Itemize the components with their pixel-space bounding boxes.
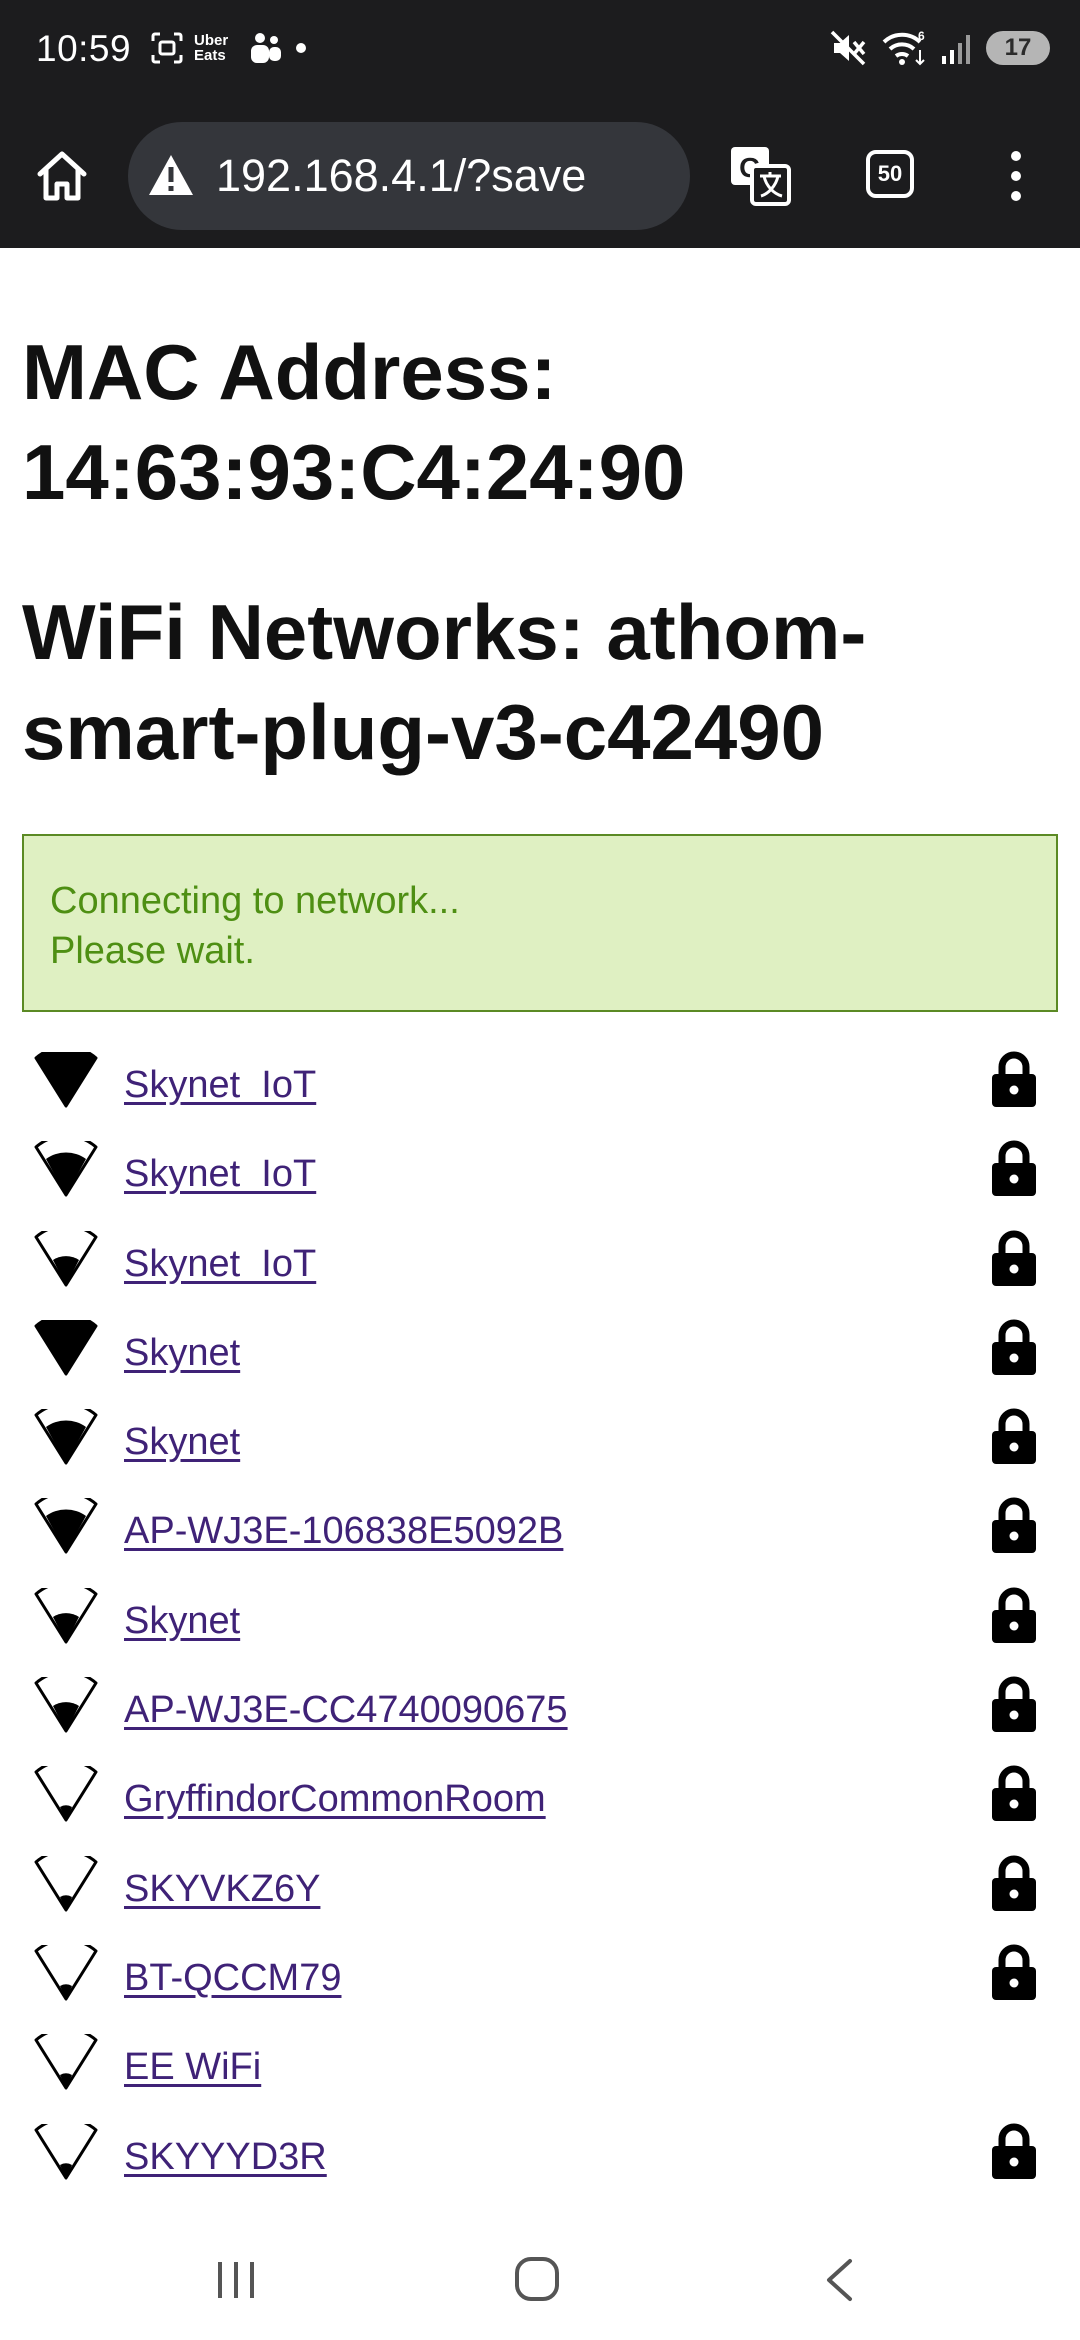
back-icon[interactable] — [824, 2258, 854, 2302]
battery-icon: 17 — [986, 31, 1050, 65]
network-ssid-link[interactable]: Skynet — [124, 1417, 240, 1467]
mac-address-heading: MAC Address: 14:63:93:C4:24:90 — [22, 328, 686, 516]
wifi-signal-icon — [34, 1587, 98, 1644]
network-ssid-link[interactable]: SKYYYD3R — [124, 2132, 327, 2182]
network-row[interactable]: Skynet — [0, 1582, 1080, 1671]
network-row[interactable]: GryffindorCommonRoom — [0, 1760, 1080, 1849]
wifi-signal-icon — [34, 1230, 98, 1287]
lock-icon — [992, 1051, 1036, 1107]
status-time: 10:59 — [36, 28, 132, 69]
network-row[interactable]: EE WiFi — [0, 2028, 1080, 2117]
wifi-signal-icon — [34, 1409, 98, 1465]
wifi-signal-icon — [34, 1677, 98, 1733]
lock-icon — [992, 1498, 1036, 1554]
warning-icon[interactable] — [146, 151, 196, 201]
lock-icon — [992, 1676, 1036, 1733]
browser-toolbar: 192.168.4.1/?save G 50 — [0, 104, 1080, 248]
recents-icon[interactable] — [214, 2260, 258, 2300]
lock-icon — [992, 1319, 1036, 1375]
lock-icon — [992, 1230, 1036, 1286]
notice-line-1: Connecting to network... — [50, 880, 460, 922]
network-row[interactable]: Skynet — [0, 1403, 1080, 1492]
network-ssid-link[interactable]: Skynet_IoT — [124, 1149, 316, 1199]
network-ssid-link[interactable]: Skynet_IoT — [124, 1060, 316, 1110]
network-ssid-link[interactable]: GryffindorCommonRoom — [124, 1774, 546, 1824]
cell-signal-icon — [942, 35, 970, 64]
lock-icon — [992, 1587, 1036, 1643]
wifi-signal-icon — [34, 2123, 98, 2180]
wifi-signal-icon — [34, 1052, 98, 1108]
url-text[interactable]: 192.168.4.1/?save — [216, 150, 586, 202]
wifi-signal-icon — [34, 1319, 98, 1376]
network-ssid-link[interactable]: EE WiFi — [124, 2042, 261, 2092]
wifi-6-icon: 6 — [882, 29, 925, 66]
network-ssid-link[interactable]: Skynet_IoT — [124, 1239, 316, 1289]
notice-line-2: Please wait. — [50, 930, 255, 972]
more-vert-icon[interactable] — [1000, 148, 1032, 204]
status-right-icons: 6 17 — [828, 28, 1050, 68]
network-ssid-link[interactable]: AP-WJ3E-CC4740090675 — [124, 1685, 568, 1735]
status-left-icons: Uber Eats — [150, 30, 308, 66]
network-row[interactable]: Skynet_IoT — [0, 1225, 1080, 1314]
mute-icon — [830, 30, 866, 66]
status-bar: 10:59 Uber Eats 6 17 — [0, 0, 1080, 104]
network-ssid-link[interactable]: BT-QCCM79 — [124, 1953, 341, 2003]
wifi-networks-heading: WiFi Networks: athom-smart-plug-v3-c4249… — [22, 588, 867, 776]
teams-icon — [251, 33, 281, 63]
network-ssid-link[interactable]: SKYVKZ6Y — [124, 1864, 320, 1914]
network-row[interactable]: Skynet_IoT — [0, 1135, 1080, 1224]
wifi-signal-icon — [34, 1855, 98, 1912]
lock-icon — [992, 1855, 1036, 1911]
network-row[interactable]: Skynet_IoT — [0, 1046, 1080, 1135]
network-list: Skynet_IoT Skynet_IoT Skynet_IoT Skynet Skyn… — [0, 1046, 1080, 2207]
lock-icon — [992, 1408, 1036, 1465]
dot-icon — [296, 43, 306, 53]
network-ssid-link[interactable]: Skynet — [124, 1596, 240, 1646]
wifi-signal-icon — [34, 2034, 98, 2090]
network-row[interactable]: Skynet — [0, 1314, 1080, 1403]
uber-eats-icon: Uber Eats — [194, 32, 229, 64]
network-row[interactable]: AP-WJ3E-106838E5092B — [0, 1492, 1080, 1581]
network-row[interactable]: SKYVKZ6Y — [0, 1850, 1080, 1939]
home-circle-icon[interactable] — [514, 2256, 560, 2302]
connecting-notice: Connecting to network... Please wait. — [22, 834, 1058, 1012]
wifi-badge: 6 — [918, 29, 925, 43]
home-icon[interactable] — [34, 148, 90, 204]
network-ssid-link[interactable]: AP-WJ3E-106838E5092B — [124, 1506, 563, 1556]
wifi-signal-icon — [34, 1944, 98, 2001]
translate-icon[interactable]: G — [728, 144, 792, 208]
tabs-icon[interactable]: 50 — [866, 150, 914, 198]
network-ssid-link[interactable]: Skynet — [124, 1328, 240, 1378]
lock-icon — [992, 2123, 1036, 2179]
lock-icon — [992, 1140, 1036, 1197]
lock-icon — [992, 1944, 1036, 2000]
lock-icon — [992, 1765, 1036, 1822]
network-row[interactable]: AP-WJ3E-CC4740090675 — [0, 1671, 1080, 1760]
wifi-signal-icon — [34, 1141, 98, 1197]
screenshot-icon — [151, 32, 183, 64]
address-bar[interactable]: 192.168.4.1/?save — [128, 122, 690, 230]
wifi-signal-icon — [34, 1498, 98, 1554]
network-row[interactable]: BT-QCCM79 — [0, 1939, 1080, 2028]
network-row[interactable]: SKYYYD3R — [0, 2118, 1080, 2207]
navigation-bar — [0, 2210, 1080, 2340]
wifi-signal-icon — [34, 1766, 98, 1822]
